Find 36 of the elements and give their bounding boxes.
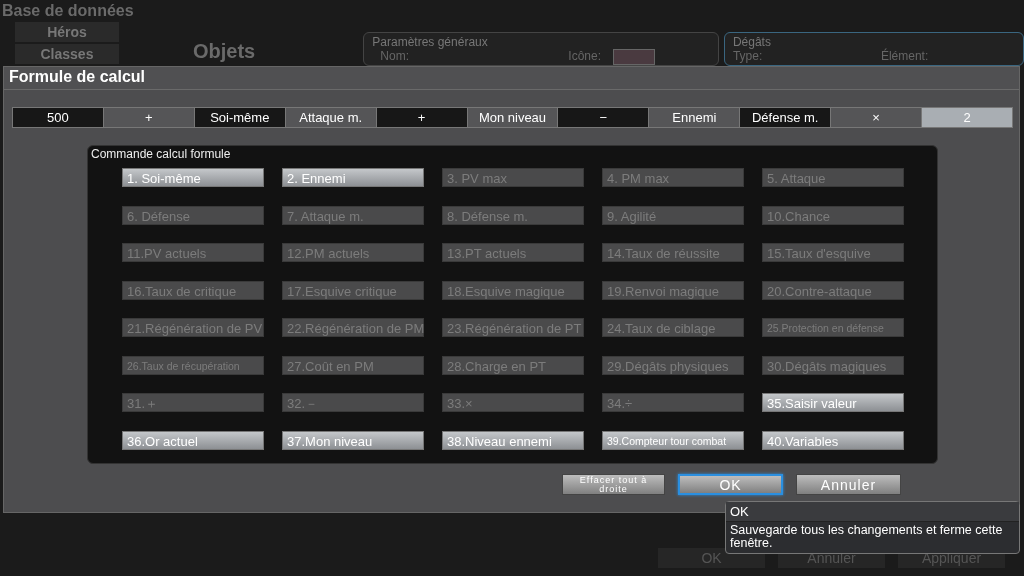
formula-token[interactable]: Défense m.	[740, 108, 831, 127]
item-icon[interactable]	[613, 49, 656, 65]
field-label: Type:	[732, 49, 764, 63]
command-button[interactable]: 40.Variables	[762, 430, 904, 450]
field-label: Élément:	[880, 49, 929, 63]
field-label: Nom:	[380, 49, 410, 63]
formula-token[interactable]: +	[103, 108, 194, 127]
command-button[interactable]: 1. Soi-même	[122, 168, 264, 187]
dialog-button[interactable]: OK	[678, 474, 783, 495]
section-heading: Objets	[192, 40, 257, 64]
tooltip-title: OK	[726, 502, 1019, 522]
sidebar-item[interactable]: Héros	[15, 22, 119, 42]
formula-token[interactable]: −	[558, 108, 649, 127]
command-button[interactable]: 2. Ennemi	[282, 168, 424, 187]
dialog-title: Formule de calcul	[4, 67, 1019, 90]
window-title: Base de données	[1, 1, 135, 21]
sidebar-item[interactable]: Classes	[15, 44, 119, 64]
formula-token[interactable]: ×	[831, 108, 922, 127]
formula-token[interactable]: 500	[13, 108, 103, 127]
panel-title: Paramètres généraux	[372, 35, 489, 49]
command-button[interactable]: 35.Saisir valeur	[762, 393, 904, 412]
dialog-button[interactable]: Annuler	[796, 474, 901, 495]
panel-title: Dégâts	[732, 35, 772, 49]
command-button[interactable]: 38.Niveau ennemi	[442, 430, 584, 450]
formula-token[interactable]: Mon niveau	[467, 108, 558, 127]
panel-title: Commande calcul formule	[90, 146, 232, 161]
formula-token[interactable]: Soi-même	[194, 108, 285, 127]
dialog-button[interactable]: Effacer tout à droite	[562, 474, 665, 495]
formula-token[interactable]: 2	[922, 108, 1012, 127]
formula-token[interactable]: +	[376, 108, 467, 127]
command-button[interactable]: 37.Mon niveau	[282, 430, 424, 450]
formula-token[interactable]: Attaque m.	[285, 108, 376, 127]
command-button[interactable]: 39.Compteur tour combat	[602, 430, 744, 450]
field-label: Icône:	[568, 49, 602, 63]
formula-token[interactable]: Ennemi	[649, 108, 740, 127]
command-button[interactable]: 36.Or actuel	[122, 430, 264, 450]
